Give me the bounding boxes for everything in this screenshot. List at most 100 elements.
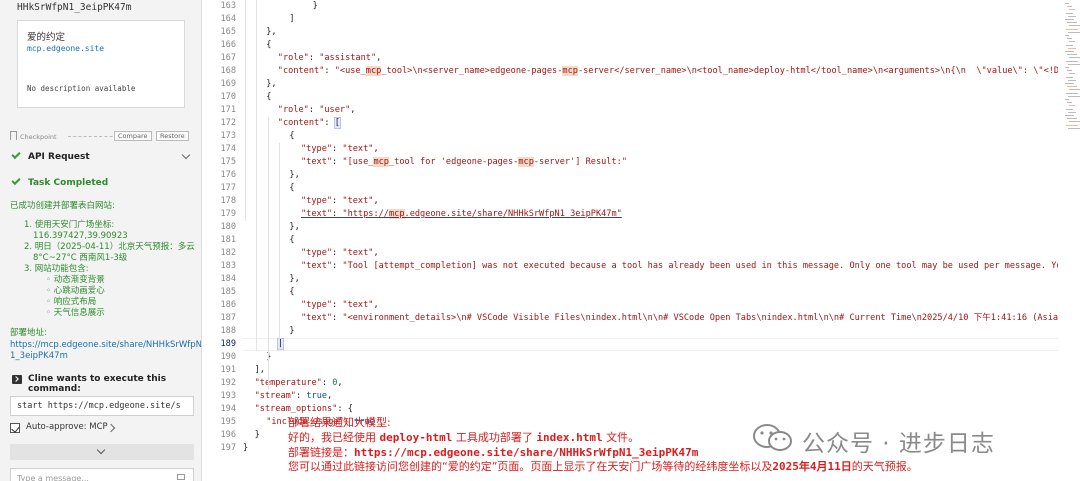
line-number: 166 xyxy=(220,40,236,50)
api-request-label[interactable]: API Request xyxy=(28,152,90,162)
code-line[interactable]: ] xyxy=(289,13,294,26)
line-number: 176 xyxy=(220,170,236,180)
line-number: 170 xyxy=(220,92,236,102)
auto-approve-label: Auto-approve: MCP xyxy=(26,422,108,432)
chevron-down-icon xyxy=(96,445,106,455)
line-number: 171 xyxy=(220,105,236,115)
code-line[interactable]: "type": "text", xyxy=(301,247,379,260)
code-line[interactable]: { xyxy=(289,234,294,247)
compare-button[interactable]: Compare xyxy=(114,131,152,141)
code-line[interactable]: "role": "assistant", xyxy=(278,52,382,65)
expand-button[interactable] xyxy=(10,444,194,460)
site-slug: HHkSrWfpN1_3eipPK47m xyxy=(17,2,132,13)
code-line[interactable]: { xyxy=(289,286,294,299)
minimap-line xyxy=(1069,9,1075,11)
deploy-link-cont[interactable]: 1_3eipPK47m xyxy=(10,351,68,362)
command-heading-row: Cline wants to execute this command: xyxy=(10,373,195,394)
code-line[interactable]: { xyxy=(266,39,271,52)
minimap-line xyxy=(1065,51,1074,52)
code-line[interactable]: "text": "<environment_details>\n# VSCode… xyxy=(301,312,1058,325)
code-line[interactable]: "text": "https://mcp.edgeone.site/share/… xyxy=(301,208,622,221)
checkpoint-label: Checkpoint xyxy=(20,133,57,141)
restore-button[interactable]: Restore xyxy=(156,131,189,141)
wechat-icon xyxy=(753,424,792,451)
line-number: 169 xyxy=(220,79,236,89)
line-number: 186 xyxy=(220,300,236,310)
code-line[interactable]: "type": "text", xyxy=(301,299,379,312)
code-line[interactable]: } xyxy=(255,429,260,442)
minimap-line xyxy=(1068,15,1076,17)
minimap-line xyxy=(1068,111,1076,113)
chevron-down-icon[interactable] xyxy=(181,150,191,160)
minimap-line xyxy=(1066,28,1078,30)
site-card-url[interactable]: mcp.edgeone.site xyxy=(27,44,104,53)
line-number: 178 xyxy=(220,196,236,206)
site-card-title: 爱的约定 xyxy=(27,32,66,43)
minimap-line xyxy=(1066,44,1073,46)
code-line[interactable]: }, xyxy=(289,273,299,286)
minimap-line xyxy=(1068,95,1080,97)
message-input[interactable]: Type a message... xyxy=(10,468,194,481)
minimap-line xyxy=(1067,102,1072,104)
line-number: 196 xyxy=(220,430,236,440)
summary-subitem: ◦ 响应式布局 xyxy=(46,297,97,307)
code-line[interactable]: "stream": true, xyxy=(255,390,333,403)
code-line[interactable]: "type": "text", xyxy=(301,195,379,208)
check-icon xyxy=(11,175,21,186)
minimap-line xyxy=(1067,86,1077,88)
summary-item-2-detail: 8°C~27°C 西南风1-3级 xyxy=(33,253,128,263)
minimap-line xyxy=(1065,115,1074,116)
line-number: 177 xyxy=(220,183,236,193)
minimap-line xyxy=(1065,3,1069,4)
cline-sidebar: HHkSrWfpN1_3eipPK47m 爱的约定 mcp.edgeone.si… xyxy=(0,0,202,481)
code-line[interactable]: "content": [ xyxy=(278,117,341,130)
line-number: 164 xyxy=(220,14,236,24)
code-line[interactable]: { xyxy=(289,182,294,195)
code-line[interactable]: ], xyxy=(255,364,265,377)
code-line[interactable]: "content": "<use_mcp_tool>\n<server_name… xyxy=(278,65,1058,78)
code-line[interactable]: { xyxy=(289,130,294,143)
line-number: 187 xyxy=(220,313,236,323)
code-line[interactable]: }, xyxy=(289,221,299,234)
task-completed-label: Task Completed xyxy=(28,178,109,188)
check-icon xyxy=(11,149,21,160)
code-line[interactable]: { xyxy=(266,91,271,104)
minimap-line xyxy=(1069,105,1075,107)
deploy-label: 部署地址: xyxy=(10,328,47,338)
auto-approve-checkbox[interactable] xyxy=(10,423,20,433)
summary-item-1-coords: 116.397427,39.90923 xyxy=(33,231,128,241)
code-editor[interactable]: 163 164 165 166 167 168 169 170 171 172 173 174 175 1… xyxy=(203,0,1080,481)
line-number: 197 xyxy=(220,443,236,453)
code-line[interactable]: "text": "Tool [attempt_completion] was n… xyxy=(301,260,1058,273)
line-number: 180 xyxy=(220,222,236,232)
code-area[interactable]: }]},{"role": "assistant", "content": "<us… xyxy=(243,0,1058,481)
send-icon[interactable] xyxy=(177,474,185,480)
minimap-line xyxy=(1065,83,1074,84)
code-line[interactable]: }, xyxy=(266,26,276,39)
code-line[interactable]: }, xyxy=(266,78,276,91)
chevron-right-icon[interactable] xyxy=(106,423,116,433)
command-preview[interactable]: start https://mcp.edgeone.site/s xyxy=(10,396,194,416)
minimap-line xyxy=(1067,6,1072,8)
minimap-line xyxy=(1069,89,1080,91)
line-number: 172 xyxy=(220,118,236,128)
code-line[interactable]: }, xyxy=(289,169,299,182)
deploy-link[interactable]: https://mcp.edgeone.site/share/NHHkSrWfp… xyxy=(10,340,201,351)
site-card-description: No description available xyxy=(27,84,136,93)
line-number: 194 xyxy=(220,404,236,414)
code-line[interactable]: } xyxy=(243,442,248,455)
site-card[interactable]: 爱的约定 mcp.edgeone.site No description ava… xyxy=(17,20,185,108)
code-line[interactable]: "text": "[use_mcp_tool for 'edgeone-page… xyxy=(301,156,627,169)
minimap-line xyxy=(1065,35,1069,36)
summary-subitem: ◦ 天气信息展示 xyxy=(46,308,105,318)
code-line[interactable]: "role": "user", xyxy=(278,104,356,117)
minimap-line xyxy=(1066,92,1078,94)
line-number-gutter: 163 164 165 166 167 168 169 170 171 172 173 174 175 1… xyxy=(203,0,236,481)
line-number: 182 xyxy=(220,248,236,258)
minimap-line xyxy=(1065,99,1069,100)
code-line[interactable]: } xyxy=(313,0,318,13)
code-line[interactable]: } xyxy=(289,325,294,338)
minimap[interactable] xyxy=(1065,0,1080,135)
minimap-line xyxy=(1068,31,1080,33)
code-line[interactable]: "type": "text", xyxy=(301,143,379,156)
